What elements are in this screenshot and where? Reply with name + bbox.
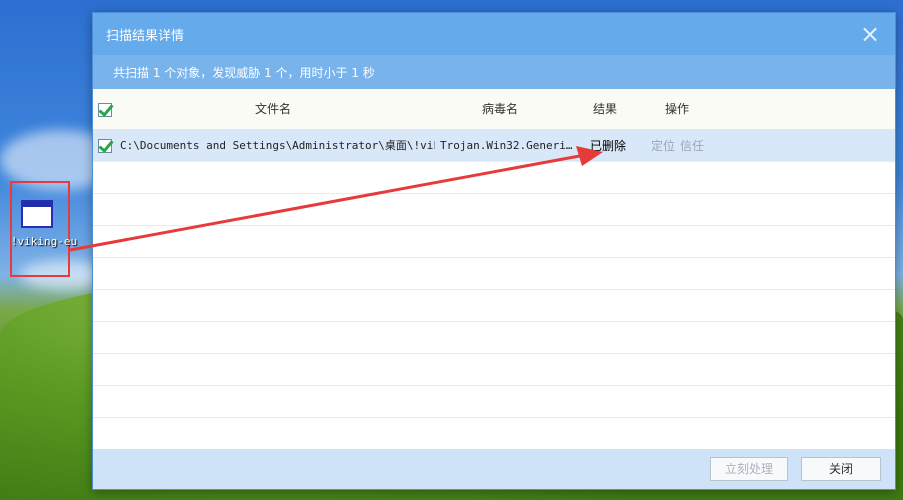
table-row (93, 258, 895, 290)
table-header: 文件名 病毒名 结果 操作 (93, 89, 895, 130)
table-row (93, 290, 895, 322)
trust-link[interactable]: 信任 (680, 130, 704, 162)
scan-summary-text: 共扫描 1 个对象，发现威胁 1 个，用时小于 1 秒 (113, 66, 375, 80)
table-row (93, 162, 895, 194)
column-virus: 病毒名 (482, 102, 519, 116)
table-row (93, 226, 895, 258)
close-icon[interactable]: × (859, 22, 881, 46)
result-table: C:\Documents and Settings\Administrator\… (93, 130, 895, 450)
table-row (93, 354, 895, 386)
select-all-checkbox[interactable] (98, 103, 112, 117)
row-filename: C:\Documents and Settings\Administrator\… (120, 139, 435, 152)
row-result: 已删除 (590, 139, 627, 153)
desktop-file-icon[interactable]: !viking-eu (10, 181, 77, 277)
window-file-icon (21, 200, 53, 228)
table-row (93, 386, 895, 418)
dialog-title: 扫描结果详情 (106, 29, 185, 44)
row-virus-name: Trojan.Win32.Generi… (440, 139, 572, 152)
table-row (93, 322, 895, 354)
table-row[interactable]: C:\Documents and Settings\Administrator\… (93, 130, 895, 162)
scan-result-dialog: 扫描结果详情 × 共扫描 1 个对象，发现威胁 1 个，用时小于 1 秒 文件名… (92, 12, 896, 490)
dialog-titlebar: 扫描结果详情 × (93, 13, 895, 55)
close-button[interactable]: 关闭 (801, 457, 881, 481)
table-row (93, 194, 895, 226)
scan-summary: 共扫描 1 个对象，发现威胁 1 个，用时小于 1 秒 (93, 55, 895, 89)
row-checkbox[interactable] (98, 139, 112, 153)
desktop-icon-label: !viking-eu (10, 235, 78, 248)
column-filename: 文件名 (255, 102, 292, 116)
column-action: 操作 (665, 102, 690, 116)
dialog-footer: 立刻处理 关闭 (93, 449, 895, 489)
locate-link[interactable]: 定位 (651, 130, 675, 162)
process-now-button[interactable]: 立刻处理 (710, 457, 788, 481)
table-row (93, 418, 895, 450)
column-result: 结果 (593, 102, 618, 116)
